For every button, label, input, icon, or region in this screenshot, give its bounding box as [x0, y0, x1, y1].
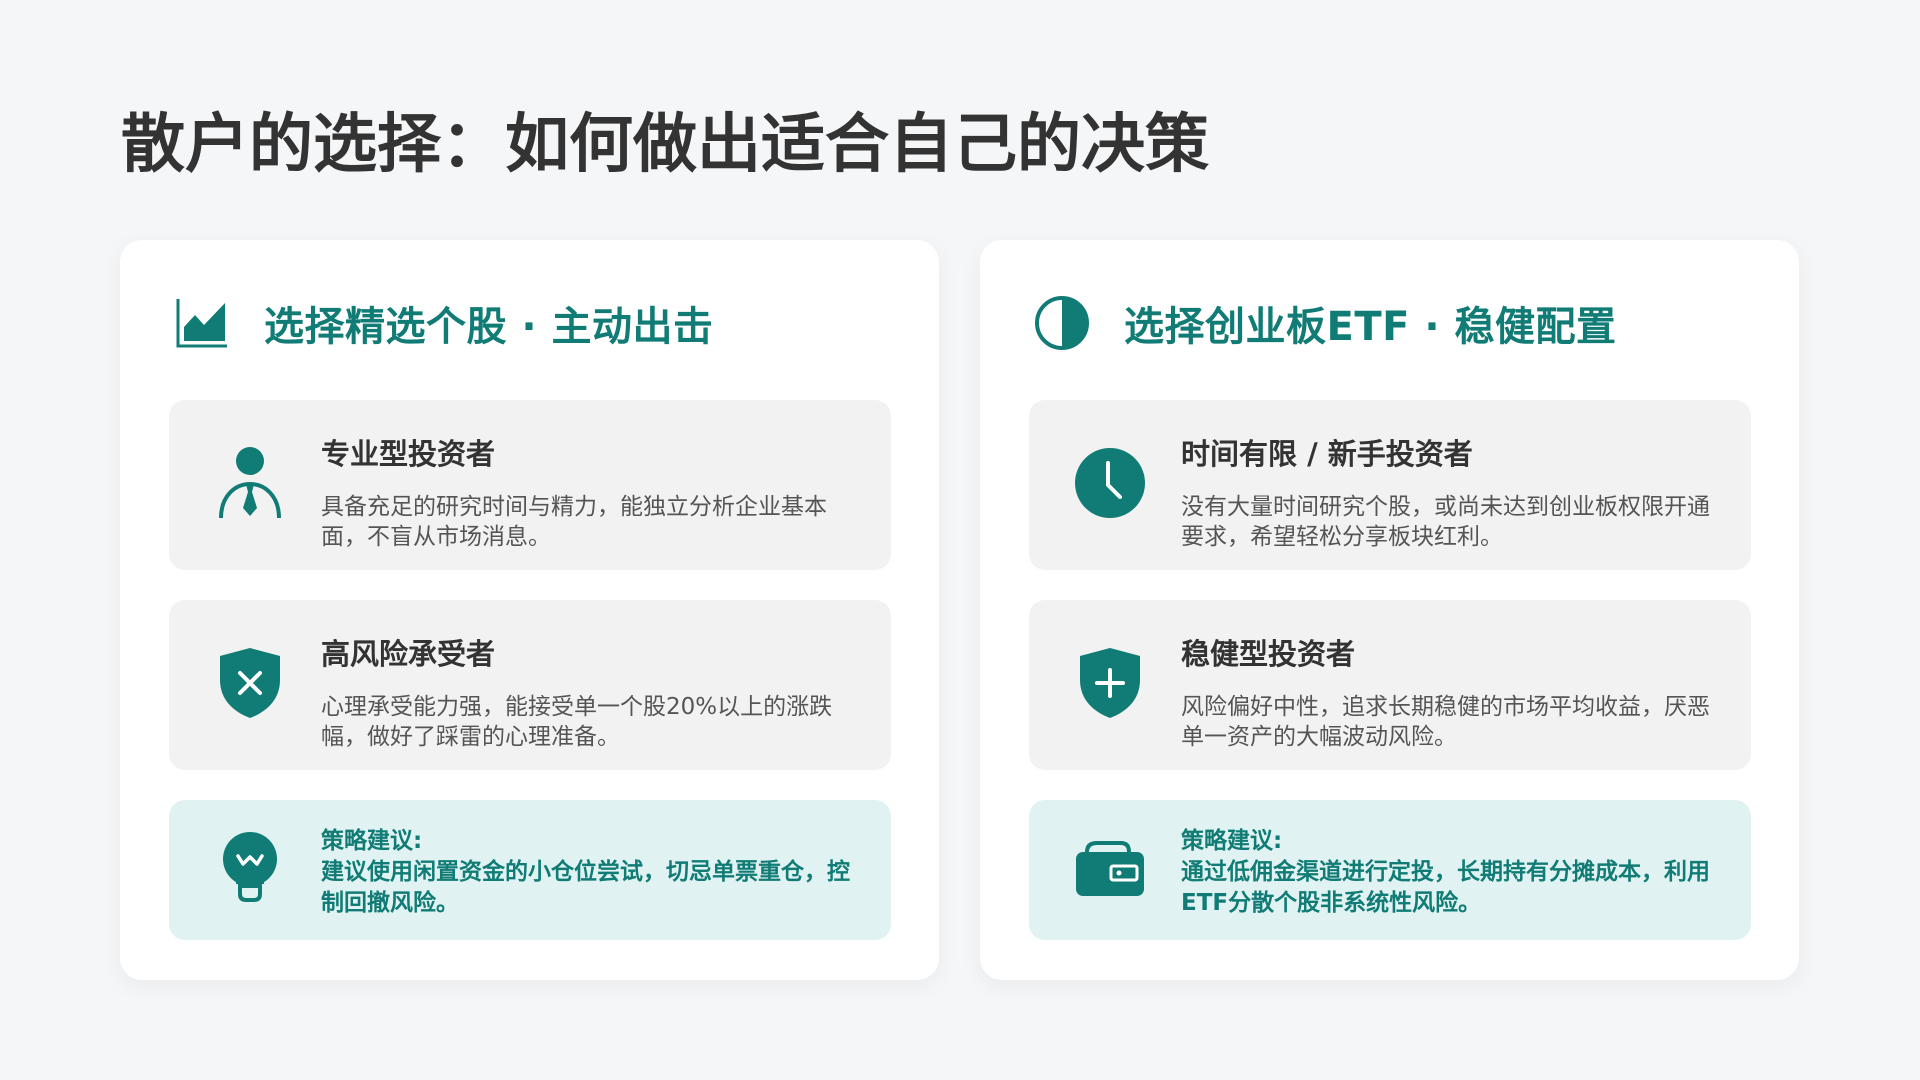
- card-description: 具备充足的研究时间与精力，能独立分析企业基本面，不盲从市场消息。: [321, 494, 827, 550]
- person-with-tie-icon: [211, 444, 289, 522]
- card-time-limited-investor: 时间有限 / 新手投资者 没有大量时间研究个股，或尚未达到创业板权限开通要求，希…: [1029, 400, 1751, 570]
- panel-select-stocks: 选择精选个股 · 主动出击 专业型投资者 具备充足的研究时间与精力，能独立分析企…: [120, 240, 939, 980]
- panel-select-etf: 选择创业板ETF · 稳健配置 时间有限 / 新手投资者 没有大量时间研究个股，…: [980, 240, 1799, 980]
- card-description: 心理承受能力强，能接受单一个股20%以上的涨跌幅，做好了踩雷的心理准备。: [321, 694, 833, 750]
- area-chart-icon: [174, 295, 230, 351]
- card-title: 时间有限 / 新手投资者: [1181, 437, 1473, 471]
- wallet-icon: [1071, 830, 1149, 908]
- card-steady-investor: 稳健型投资者 风险偏好中性，追求长期稳健的市场平均收益，厌恶单一资产的大幅波动风…: [1029, 600, 1751, 770]
- card-title: 高风险承受者: [321, 637, 496, 671]
- tip-label: 策略建议:: [1181, 828, 1283, 854]
- tip-text: 通过低佣金渠道进行定投，长期持有分摊成本，利用ETF分散个股非系统性风险。: [1181, 859, 1710, 916]
- card-description: 风险偏好中性，追求长期稳健的市场平均收益，厌恶单一资产的大幅波动风险。: [1181, 694, 1710, 750]
- card-high-risk-taker: 高风险承受者 心理承受能力强，能接受单一个股20%以上的涨跌幅，做好了踩雷的心理…: [169, 600, 891, 770]
- tip-text: 建议使用闲置资金的小仓位尝试，切忌单票重仓，控制回撤风险。: [321, 859, 850, 916]
- panel-header: 选择创业板ETF · 稳健配置: [1034, 290, 1616, 356]
- card-strategy-tip: 策略建议: 建议使用闲置资金的小仓位尝试，切忌单票重仓，控制回撤风险。: [169, 800, 891, 940]
- tip-label: 策略建议:: [321, 828, 423, 854]
- clock-icon: [1071, 444, 1149, 522]
- page-title: 散户的选择：如何做出适合自己的决策: [121, 108, 1209, 182]
- card-description: 没有大量时间研究个股，或尚未达到创业板权限开通要求，希望轻松分享板块红利。: [1181, 494, 1710, 550]
- card-strategy-tip: 策略建议: 通过低佣金渠道进行定投，长期持有分摊成本，利用ETF分散个股非系统性…: [1029, 800, 1751, 940]
- lightbulb-icon: [211, 830, 289, 908]
- card-title: 稳健型投资者: [1181, 637, 1356, 671]
- card-title: 专业型投资者: [321, 437, 496, 471]
- shield-x-icon: [211, 644, 289, 722]
- card-professional-investor: 专业型投资者 具备充足的研究时间与精力，能独立分析企业基本面，不盲从市场消息。: [169, 400, 891, 570]
- panel-title: 选择创业板ETF · 稳健配置: [1124, 304, 1617, 350]
- half-circle-icon: [1034, 295, 1090, 351]
- panel-header: 选择精选个股 · 主动出击: [174, 290, 714, 356]
- shield-plus-icon: [1071, 644, 1149, 722]
- panel-title: 选择精选个股 · 主动出击: [264, 304, 714, 350]
